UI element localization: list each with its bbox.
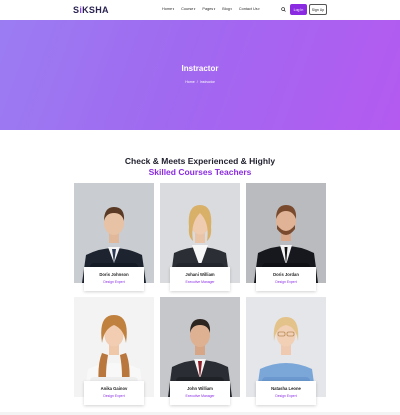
nav-label: Pages bbox=[202, 7, 214, 11]
teacher-role: Design Expert bbox=[103, 394, 125, 398]
teacher-card[interactable]: Anika Gainov Design Expert bbox=[74, 297, 154, 405]
teacher-info: Johani William Executive Manager bbox=[170, 267, 230, 291]
chevron-down-icon: ▾ bbox=[172, 7, 175, 11]
nav-label: Home bbox=[162, 7, 173, 11]
teacher-info: Anika Gainov Design Expert bbox=[84, 381, 144, 405]
main-nav: Home▾ Course▾ Pages▾ Blog▾ Contact Us▾ bbox=[162, 7, 260, 11]
breadcrumb-separator: / bbox=[196, 80, 198, 84]
nav-item-blog[interactable]: Blog▾ bbox=[222, 7, 232, 11]
teacher-card[interactable]: Johani William Executive Manager bbox=[160, 183, 240, 291]
teacher-card[interactable]: John William Executive Manager bbox=[160, 297, 240, 405]
nav-label: Blog bbox=[222, 7, 230, 11]
heading-line-1: Check & Meets Experienced & Highly bbox=[124, 156, 276, 166]
search-button[interactable] bbox=[280, 6, 287, 13]
chevron-down-icon: ▾ bbox=[213, 7, 216, 11]
teacher-info: Doris Johnson Design Expert bbox=[84, 267, 144, 291]
teacher-name: Johani William bbox=[185, 272, 215, 277]
logo-rest: KSHA bbox=[82, 5, 109, 15]
chevron-down-icon: ▾ bbox=[230, 7, 232, 11]
login-button[interactable]: Log In bbox=[290, 4, 307, 15]
chevron-down-icon: ▾ bbox=[258, 7, 260, 11]
nav-item-pages[interactable]: Pages▾ bbox=[202, 7, 215, 11]
teacher-role: Design Expert bbox=[103, 280, 125, 284]
heading-line-2: Skilled Courses Teachers bbox=[148, 167, 252, 177]
teacher-card[interactable]: Doris Jordan Design Expert bbox=[246, 183, 326, 291]
nav-label: Course bbox=[181, 7, 194, 11]
teacher-name: Doris Jordan bbox=[273, 272, 299, 277]
nav-label: Contact Us bbox=[238, 7, 258, 11]
teacher-role: Design Expert bbox=[275, 280, 297, 284]
breadcrumb: Home / Instructor bbox=[0, 80, 400, 84]
page-title: Instractor bbox=[181, 64, 219, 73]
nav-item-course[interactable]: Course▾ bbox=[181, 7, 195, 11]
teacher-info: Natasha Leone Design Expert bbox=[256, 381, 316, 405]
nav-item-home[interactable]: Home▾ bbox=[162, 7, 174, 11]
signup-button[interactable]: Sign Up bbox=[309, 4, 327, 15]
teacher-name: John William bbox=[187, 386, 213, 391]
teacher-name: Anika Gainov bbox=[100, 386, 128, 391]
teacher-info: Doris Jordan Design Expert bbox=[256, 267, 316, 291]
teacher-name: Doris Johnson bbox=[99, 272, 129, 277]
nav-item-contact[interactable]: Contact Us▾ bbox=[239, 7, 260, 11]
breadcrumb-current: Instructor bbox=[199, 80, 215, 84]
teacher-info: John William Executive Manager bbox=[170, 381, 230, 405]
teacher-card[interactable]: Doris Johnson Design Expert bbox=[74, 183, 154, 291]
section-heading: Check & Meets Experienced & Highly Skill… bbox=[0, 156, 400, 178]
teacher-card[interactable]: Natasha Leone Design Expert bbox=[246, 297, 326, 405]
teacher-role: Executive Manager bbox=[185, 394, 215, 398]
site-logo[interactable]: SiKSHA bbox=[73, 5, 109, 15]
breadcrumb-home[interactable]: Home bbox=[185, 80, 195, 84]
chevron-down-icon: ▾ bbox=[193, 7, 196, 11]
site-header: SiKSHA Home▾ Course▾ Pages▾ Blog▾ Contac… bbox=[0, 0, 400, 20]
search-icon bbox=[281, 7, 286, 12]
page-hero: Instractor Home / Instructor bbox=[0, 20, 400, 130]
teacher-name: Natasha Leone bbox=[271, 386, 301, 391]
teacher-role: Design Expert bbox=[275, 394, 297, 398]
teacher-role: Executive Manager bbox=[185, 280, 215, 284]
